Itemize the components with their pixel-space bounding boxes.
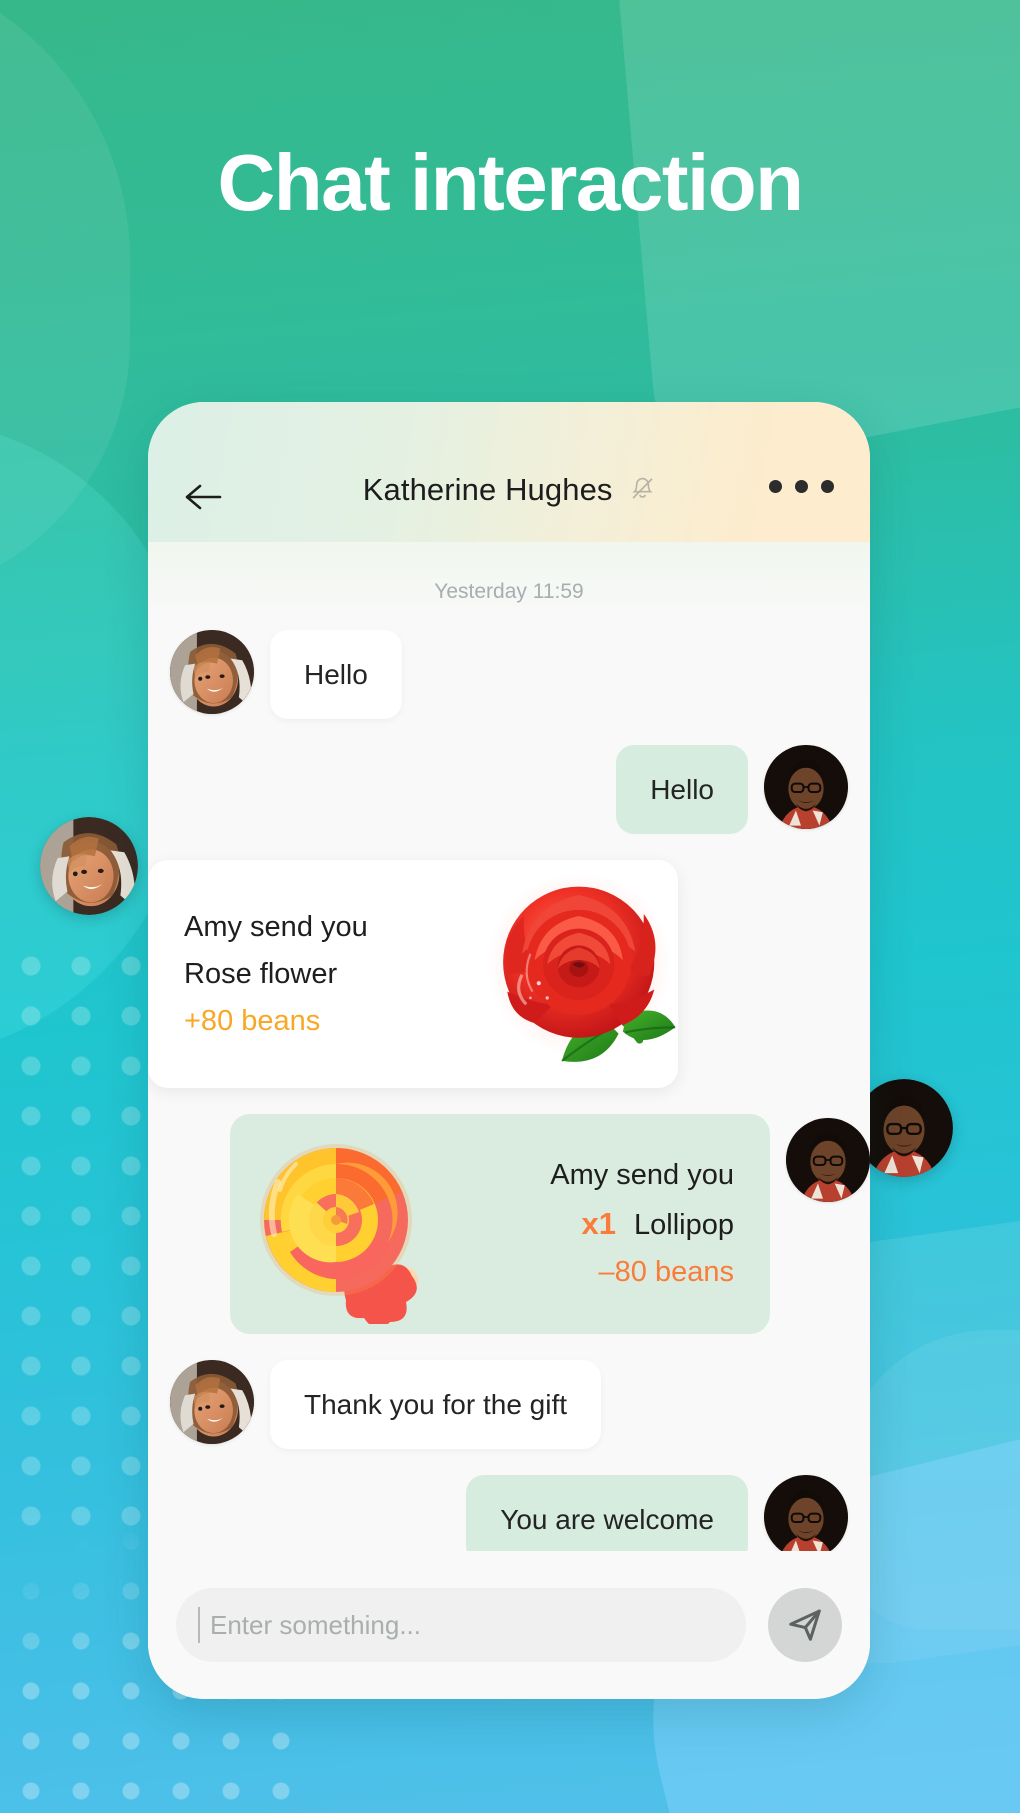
message-input[interactable]: Enter something...: [176, 1588, 746, 1662]
gift-beans-amount: –80 beans: [598, 1256, 734, 1288]
gift-card-text: Amy send you Rose flower +80 beans: [184, 910, 368, 1037]
gift-item-name: Lollipop: [634, 1209, 734, 1241]
message-bubble[interactable]: Hello: [270, 630, 402, 719]
gift-name-line: x1 Lollipop: [550, 1208, 734, 1240]
rose-gift-icon: [480, 871, 690, 1074]
floating-avatar-woman: [40, 817, 138, 915]
avatar[interactable]: [764, 1475, 848, 1559]
contact-name: Katherine Hughes: [362, 472, 613, 507]
page-title: Chat interaction: [217, 138, 804, 227]
message-input-placeholder: Enter something...: [210, 1609, 421, 1640]
message-row-incoming: Thank you for the gift: [170, 1360, 848, 1449]
message-list[interactable]: Yesterday 11:59 Hello Hello Amy send you…: [148, 552, 870, 1564]
send-button[interactable]: [768, 1588, 842, 1662]
more-dots-icon: [795, 480, 808, 493]
gift-sender-line: Amy send you: [184, 910, 368, 943]
gift-beans-amount: +80 beans: [184, 1004, 321, 1037]
avatar[interactable]: [764, 745, 848, 829]
gift-quantity: x1: [581, 1206, 616, 1241]
message-row-outgoing: Hello: [170, 745, 848, 834]
conversation-timestamp: Yesterday 11:59: [434, 580, 584, 603]
avatar[interactable]: [786, 1118, 870, 1202]
message-bubble[interactable]: Thank you for the gift: [270, 1360, 602, 1449]
more-dots-icon: [821, 480, 834, 493]
bell-muted-icon[interactable]: [630, 475, 655, 511]
message-row-gift-outgoing: Amy send you x1 Lollipop –80 beans: [170, 1114, 870, 1334]
message-bubble[interactable]: Hello: [616, 745, 748, 834]
more-options-button[interactable]: [769, 480, 834, 493]
avatar[interactable]: [170, 1360, 254, 1444]
text-cursor: [198, 1607, 200, 1643]
avatar[interactable]: [170, 630, 254, 714]
phone-mockup: Katherine Hughes Yesterday 11:59 Hello H…: [148, 402, 870, 1699]
message-row-incoming: Hello: [170, 630, 848, 719]
gift-card-text: Amy send you x1 Lollipop –80 beans: [550, 1161, 734, 1287]
gift-name-line: Rose flower: [184, 957, 338, 990]
more-dots-icon: [769, 480, 782, 493]
lollipop-gift-icon: [244, 1124, 444, 1329]
chat-header-title: Katherine Hughes: [148, 472, 870, 511]
gift-sender-line: Amy send you: [550, 1159, 734, 1191]
message-row-gift-incoming: Amy send you Rose flower +80 beans: [148, 860, 848, 1088]
send-paper-plane-icon: [789, 1609, 821, 1641]
gift-card-rose[interactable]: Amy send you Rose flower +80 beans: [148, 860, 678, 1088]
gift-card-lollipop[interactable]: Amy send you x1 Lollipop –80 beans: [230, 1114, 770, 1334]
message-composer: Enter something...: [148, 1551, 870, 1699]
